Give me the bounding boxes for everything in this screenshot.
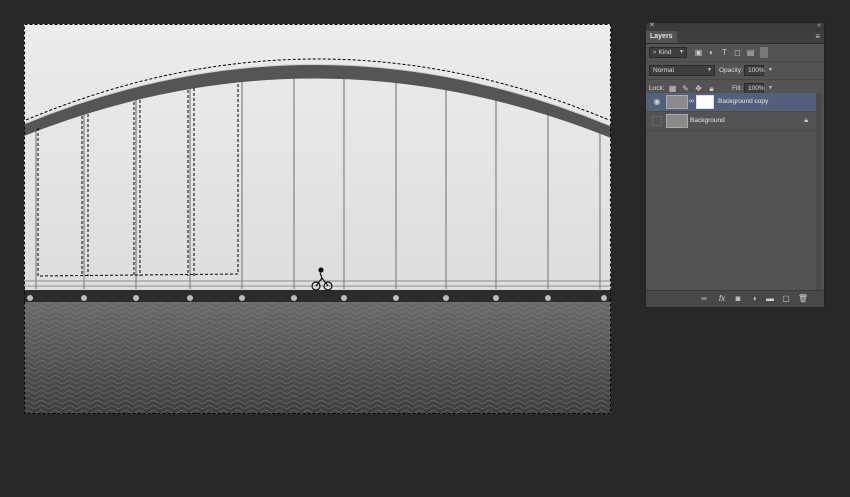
filter-toggle-icon[interactable] — [760, 47, 768, 58]
smart-object-filter-icon[interactable]: ▤ — [745, 47, 756, 58]
blend-mode-value: Normal — [653, 67, 674, 74]
layer-row-background-copy[interactable]: ◉ ∞ Background copy — [646, 93, 816, 112]
blend-row: Normal ▼ Opacity: 100% ▼ — [646, 62, 824, 80]
lock-icon[interactable]: 🔒︎ — [804, 116, 808, 126]
shape-filter-icon[interactable]: ◻ — [732, 47, 743, 58]
filter-kind-label: Kind — [658, 49, 672, 56]
opacity-value: 100% — [748, 67, 765, 74]
layer-thumbnail — [666, 95, 688, 109]
chevron-down-icon: ▼ — [707, 67, 712, 73]
new-layer-icon[interactable]: ▢ — [780, 293, 792, 305]
layer-row-background[interactable]: Background 🔒︎ — [646, 112, 816, 131]
blend-mode-select[interactable]: Normal ▼ — [649, 65, 715, 76]
adjustment-filter-icon[interactable]: ◐ — [706, 47, 717, 58]
visibility-eye-icon[interactable]: ◉ — [652, 97, 662, 107]
fx-icon[interactable]: fx — [716, 293, 728, 305]
add-mask-icon[interactable]: ◙ — [732, 293, 744, 305]
mask-link-icon[interactable]: ∞ — [689, 97, 694, 107]
collapse-icon[interactable]: « — [817, 21, 821, 31]
panel-menu-icon[interactable]: ≡ — [815, 31, 820, 43]
new-group-icon[interactable]: ▬ — [764, 293, 776, 305]
layer-name: Background — [690, 117, 725, 124]
opacity-label: Opacity: — [719, 67, 743, 74]
opacity-dropdown-icon[interactable]: ▼ — [765, 65, 776, 76]
opacity-input[interactable]: 100% — [744, 65, 765, 76]
layer-thumbnail — [666, 114, 688, 128]
bridge-deck — [24, 290, 611, 302]
pixel-filter-icon[interactable]: ▣ — [693, 47, 704, 58]
document-canvas[interactable] — [24, 24, 611, 414]
layer-mask-thumbnail[interactable] — [696, 95, 714, 109]
layers-list: ◉ ∞ Background copy Background 🔒︎ — [646, 93, 816, 291]
visibility-toggle[interactable] — [652, 116, 662, 126]
trash-icon[interactable]: 🗑︎ — [797, 293, 809, 305]
tab-layers[interactable]: Layers — [646, 31, 677, 43]
adjustment-layer-icon[interactable]: ◑ — [748, 293, 760, 305]
filter-kind-select[interactable]: ⌕ Kind ▼ — [649, 47, 687, 58]
layers-panel: ✕ « Layers ≡ ⌕ Kind ▼ ▣ ◐ T ◻ ▤ Normal ▼… — [645, 22, 825, 308]
close-icon[interactable]: ✕ — [649, 21, 655, 31]
panel-footer: ∞ fx ◙ ◑ ▬ ▢ 🗑︎ — [646, 290, 824, 307]
layers-scrollbar[interactable] — [816, 93, 822, 291]
link-layers-icon[interactable]: ∞ — [698, 293, 710, 305]
filter-row: ⌕ Kind ▼ ▣ ◐ T ◻ ▤ — [646, 44, 824, 62]
chevron-down-icon: ▼ — [679, 49, 684, 55]
fill-value: 100% — [748, 85, 765, 92]
layer-name: Background copy — [718, 98, 769, 105]
type-filter-icon[interactable]: T — [719, 47, 730, 58]
panel-titlebar: ✕ « — [646, 21, 824, 31]
panel-tabbar: Layers ≡ — [646, 31, 824, 44]
bridge-photo — [24, 24, 611, 414]
